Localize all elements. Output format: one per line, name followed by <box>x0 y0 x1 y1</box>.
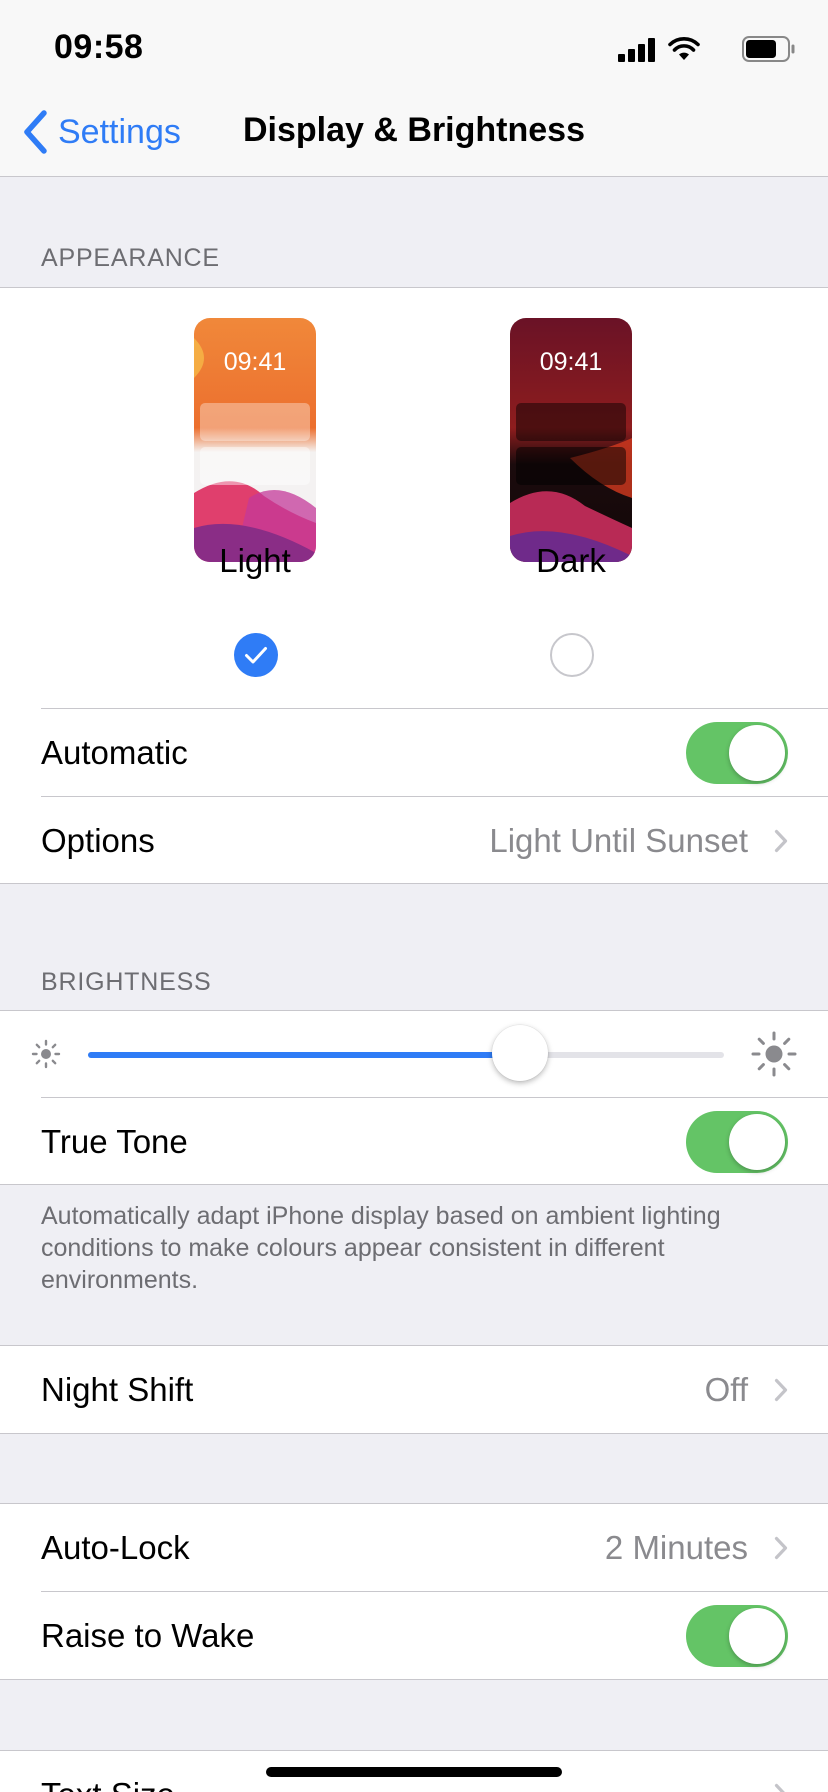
status-time: 09:58 <box>54 28 144 66</box>
dark-unselected-radio[interactable] <box>550 633 594 677</box>
chevron-right-icon <box>774 1783 785 1792</box>
light-label[interactable]: Light <box>155 542 355 580</box>
chevron-right-icon <box>774 829 788 853</box>
dark-label[interactable]: Dark <box>471 542 671 580</box>
auto-lock-value: 2 Minutes <box>604 1529 748 1566</box>
checkmark-icon <box>245 647 267 664</box>
true-tone-row: True Tone <box>0 1098 828 1186</box>
status-icons <box>596 34 796 64</box>
appearance-group: 09:41 Light 09:41 Dark Automatic Options… <box>0 287 828 884</box>
options-row[interactable]: Options Light Until Sunset <box>0 797 828 885</box>
chevron-right-icon <box>774 1378 788 1402</box>
night-shift-value: Off <box>704 1371 748 1408</box>
options-value: Light Until Sunset <box>489 822 748 859</box>
true-tone-toggle[interactable] <box>686 1111 788 1173</box>
auto-lock-row[interactable]: Auto-Lock 2 Minutes <box>0 1504 828 1592</box>
wifi-icon <box>668 37 700 60</box>
true-tone-label: True Tone <box>41 1123 188 1160</box>
light-selected-checkmark[interactable] <box>234 633 278 677</box>
sun-large-icon <box>751 1031 797 1077</box>
sun-small-icon <box>31 1039 61 1069</box>
true-tone-description: Automatically adapt iPhone display based… <box>41 1202 721 1294</box>
light-preview-time: 09:41 <box>223 348 287 376</box>
dark-appearance-preview[interactable]: 09:41 <box>510 318 632 562</box>
night-shift-label: Night Shift <box>41 1371 194 1408</box>
chevron-right-icon <box>774 1536 788 1560</box>
cellular-signal-icon <box>618 38 656 62</box>
automatic-label: Automatic <box>41 734 188 771</box>
home-indicator[interactable] <box>266 1767 562 1777</box>
dark-preview-time: 09:41 <box>539 348 603 376</box>
lock-group: Auto-Lock 2 Minutes Raise to Wake <box>0 1503 828 1680</box>
options-label: Options <box>41 822 155 859</box>
battery-icon <box>742 36 795 62</box>
raise-to-wake-label: Raise to Wake <box>41 1617 255 1654</box>
auto-lock-label: Auto-Lock <box>41 1529 190 1566</box>
appearance-section-header: APPEARANCE <box>41 244 220 272</box>
automatic-row: Automatic <box>0 709 828 797</box>
brightness-section-header: BRIGHTNESS <box>41 968 212 996</box>
raise-to-wake-toggle[interactable] <box>686 1605 788 1667</box>
page-title: Display & Brightness <box>243 111 585 149</box>
light-appearance-preview[interactable]: 09:41 <box>194 318 316 562</box>
text-size-label: Text Size <box>41 1776 175 1792</box>
navigation-header: 09:58 Settings Display & Brightness <box>0 0 828 177</box>
night-shift-row[interactable]: Night Shift Off <box>0 1346 828 1434</box>
night-shift-group: Night Shift Off <box>0 1345 828 1434</box>
brightness-slider-track[interactable] <box>88 1052 724 1058</box>
brightness-slider-fill <box>88 1052 521 1058</box>
automatic-toggle[interactable] <box>686 722 788 784</box>
raise-to-wake-row: Raise to Wake <box>0 1592 828 1680</box>
